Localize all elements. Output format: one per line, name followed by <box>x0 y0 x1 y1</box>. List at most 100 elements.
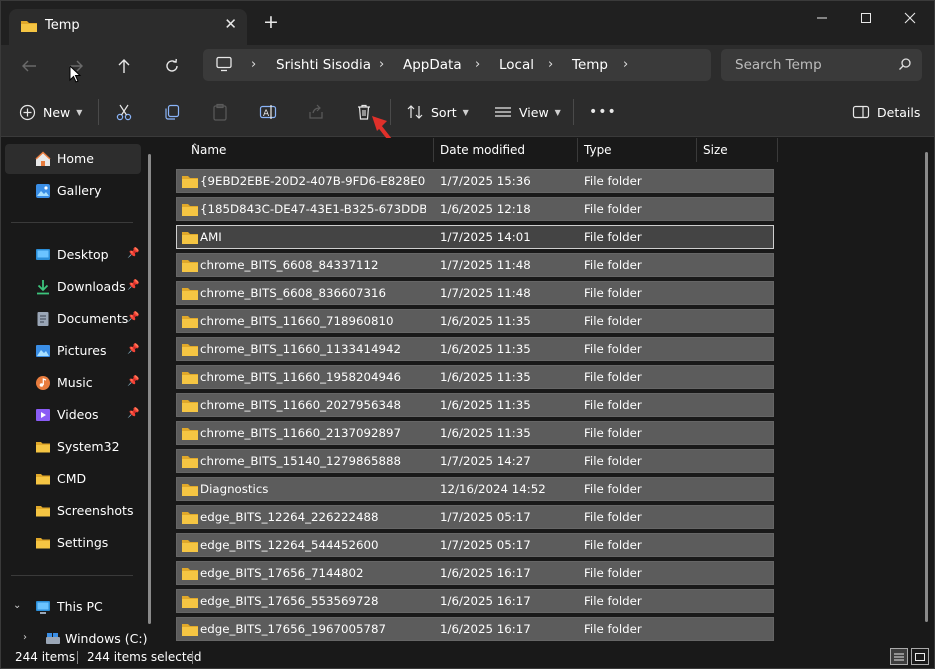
paste-button[interactable] <box>211 100 229 124</box>
column-header-date[interactable]: Date modified <box>434 138 577 162</box>
file-date: 1/6/2025 11:35 <box>440 314 531 328</box>
file-date: 1/7/2025 05:17 <box>440 538 531 552</box>
sidebar-item-this-pc[interactable]: ⌄ This PC <box>5 592 141 622</box>
music-icon <box>36 376 50 390</box>
column-divider[interactable] <box>777 138 778 162</box>
scissors-icon <box>116 104 132 121</box>
pin-icon[interactable]: 📌 <box>127 248 139 259</box>
chevron-down-icon[interactable]: ⌄ <box>13 600 21 611</box>
file-type: File folder <box>584 566 642 580</box>
sidebar-item-downloads[interactable]: Downloads 📌 <box>5 272 141 302</box>
file-date: 1/6/2025 12:18 <box>440 202 531 216</box>
sidebar-scrollbar[interactable] <box>148 154 151 624</box>
toolbar-divider <box>573 99 574 125</box>
file-row[interactable]: edge_BITS_17656_553569728 1/6/2025 16:17 F… <box>176 589 774 613</box>
file-row[interactable]: edge_BITS_12264_226222488 1/7/2025 05:17 F… <box>176 505 774 529</box>
sidebar-label: Gallery <box>57 183 102 198</box>
file-name: edge_BITS_12264_226222488 <box>200 510 379 524</box>
file-list-scrollbar[interactable] <box>925 152 928 622</box>
details-button[interactable]: Details <box>852 100 920 124</box>
breadcrumb-appdata[interactable]: AppData <box>403 57 462 73</box>
sidebar-item-screenshots[interactable]: Screenshots <box>5 496 141 526</box>
sidebar-item-videos[interactable]: Videos 📌 <box>5 400 141 430</box>
pin-icon[interactable]: 📌 <box>127 280 139 291</box>
close-window-button[interactable] <box>888 5 932 31</box>
chevron-right-icon[interactable]: › <box>548 57 553 72</box>
sidebar-item-cmd[interactable]: CMD <box>5 464 141 494</box>
address-bar[interactable]: › Srishti Sisodia › AppData › Local › Te… <box>203 49 711 81</box>
tab-temp[interactable]: Temp ✕ <box>9 9 247 45</box>
search-placeholder: Search Temp <box>735 57 822 73</box>
file-type: File folder <box>584 538 642 552</box>
chevron-down-icon: ▼ <box>554 107 561 117</box>
search-input[interactable]: Search Temp <box>721 49 922 81</box>
cut-button[interactable] <box>115 100 133 124</box>
file-row[interactable]: chrome_BITS_6608_836607316 1/7/2025 11:48… <box>176 281 774 305</box>
sidebar-item-home[interactable]: Home <box>5 144 141 174</box>
chevron-right-icon[interactable]: › <box>475 57 480 72</box>
mouse-cursor-icon <box>69 65 82 83</box>
list-view-icon <box>894 653 904 660</box>
sidebar-label: Windows (C:) <box>65 631 148 646</box>
file-row[interactable]: edge_BITS_17656_7144802 1/6/2025 16:17 Fil… <box>176 561 774 585</box>
file-row[interactable]: chrome_BITS_11660_2027956348 1/6/2025 11:… <box>176 393 774 417</box>
close-tab-icon[interactable]: ✕ <box>224 17 237 32</box>
pin-icon[interactable]: 📌 <box>127 312 139 323</box>
pin-icon[interactable]: 📌 <box>127 344 139 355</box>
large-icons-view-button[interactable] <box>911 648 929 665</box>
file-row[interactable]: {9EBD2EBE-20D2-407B-9FD6-E828E08494... 1/… <box>176 169 774 193</box>
column-header-size[interactable]: Size <box>697 138 777 162</box>
chevron-right-icon[interactable]: › <box>251 57 256 72</box>
sort-button[interactable]: Sort ▼ <box>406 100 469 124</box>
copy-button[interactable] <box>163 100 181 124</box>
breadcrumb-user[interactable]: Srishti Sisodia <box>276 57 371 73</box>
column-header-type[interactable]: Type <box>578 138 696 162</box>
breadcrumb-temp[interactable]: Temp <box>572 57 608 73</box>
chevron-right-icon[interactable]: › <box>23 632 27 643</box>
file-row[interactable]: chrome_BITS_11660_1133414942 1/6/2025 11:… <box>176 337 774 361</box>
file-row[interactable]: chrome_BITS_15140_1279865888 1/7/2025 14:… <box>176 449 774 473</box>
sidebar-item-system32[interactable]: System32 <box>5 432 141 462</box>
sidebar-item-settings[interactable]: Settings <box>5 528 141 558</box>
details-view-button[interactable] <box>890 648 908 665</box>
refresh-button[interactable] <box>159 54 185 78</box>
command-bar: New ▼ A Sort ▼ View ▼ ••• Details <box>1 87 934 137</box>
folder-icon <box>181 258 199 276</box>
file-date: 1/7/2025 05:17 <box>440 510 531 524</box>
file-name: edge_BITS_17656_553569728 <box>200 594 379 608</box>
share-button[interactable] <box>307 100 325 124</box>
new-button[interactable]: New ▼ <box>19 100 82 124</box>
column-header-name[interactable]: Name ⌃ <box>185 138 433 162</box>
sidebar-item-pictures[interactable]: Pictures 📌 <box>5 336 141 366</box>
file-row[interactable]: chrome_BITS_11660_1958204946 1/6/2025 11:… <box>176 365 774 389</box>
chevron-right-icon[interactable]: › <box>623 57 628 72</box>
details-label: Details <box>877 104 921 120</box>
item-count: 244 items <box>15 650 76 664</box>
rename-button[interactable]: A <box>259 100 277 124</box>
sidebar-item-desktop[interactable]: Desktop 📌 <box>5 240 141 270</box>
new-tab-button[interactable]: + <box>263 13 279 32</box>
back-button[interactable] <box>16 54 42 78</box>
file-date: 1/7/2025 15:36 <box>440 174 531 188</box>
more-options-button[interactable]: ••• <box>589 100 617 124</box>
maximize-button[interactable] <box>844 5 888 31</box>
sidebar-item-music[interactable]: Music 📌 <box>5 368 141 398</box>
toolbar-divider <box>98 99 99 125</box>
pin-icon[interactable]: 📌 <box>127 408 139 419</box>
file-row[interactable]: {185D843C-DE47-43E1-B325-673DDB7151... 1/… <box>176 197 774 221</box>
file-row[interactable]: Diagnostics 12/16/2024 14:52 File folder <box>176 477 774 501</box>
sidebar-item-documents[interactable]: Documents 📌 <box>5 304 141 334</box>
view-button[interactable]: View ▼ <box>494 100 561 124</box>
file-row[interactable]: chrome_BITS_6608_84337112 1/7/2025 11:48 F… <box>176 253 774 277</box>
file-row[interactable]: edge_BITS_12264_544452600 1/7/2025 05:17 F… <box>176 533 774 557</box>
breadcrumb-local[interactable]: Local <box>499 57 534 73</box>
up-button[interactable] <box>111 54 137 78</box>
file-row[interactable]: AMI 1/7/2025 14:01 File folder <box>176 225 774 249</box>
pin-icon[interactable]: 📌 <box>127 376 139 387</box>
file-row[interactable]: chrome_BITS_11660_2137092897 1/6/2025 11:… <box>176 421 774 445</box>
sidebar-item-gallery[interactable]: Gallery <box>5 176 141 206</box>
file-row[interactable]: edge_BITS_17656_1967005787 1/6/2025 16:17… <box>176 617 774 641</box>
minimize-button[interactable] <box>800 5 844 31</box>
chevron-right-icon[interactable]: › <box>379 57 384 72</box>
file-row[interactable]: chrome_BITS_11660_718960810 1/6/2025 11:3… <box>176 309 774 333</box>
